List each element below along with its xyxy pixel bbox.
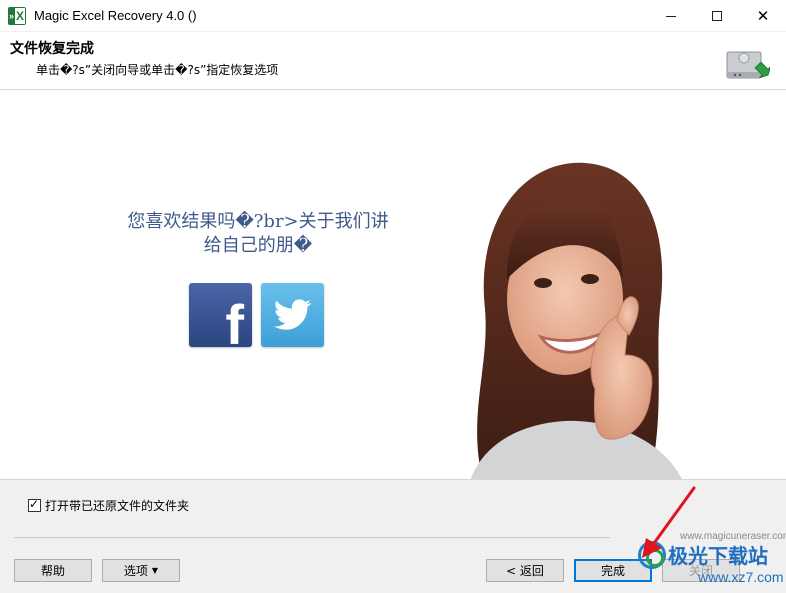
wizard-header: 文件恢复完成 单击�?s”关闭向导或单击�?s”指定恢复选项 [0,32,786,90]
options-button-label: 选项 [123,564,148,578]
minimize-icon [666,15,676,17]
title-bar: » X Magic Excel Recovery 4.0 () ✕ [0,0,786,32]
minimize-button[interactable] [648,0,694,32]
page-subtitle: 单击�?s”关闭向导或单击�?s”指定恢复选项 [36,63,279,77]
share-prompt: 您喜欢结果吗�?br>关于我们讲 给自己的朋� [108,210,408,258]
facebook-icon: f [225,293,244,348]
options-button[interactable]: 选项 ▼ [102,559,180,582]
twitter-icon [274,299,312,330]
watermark-subtitle: www.xz7.com [698,569,784,585]
open-folder-checkbox-label[interactable]: 打开带已还原文件的文件夹 [45,497,189,514]
share-prompt-line-2: 给自己的朋� [203,235,313,256]
annotation-arrow-icon [642,486,696,558]
open-folder-checkbox[interactable]: ✓ [28,497,41,512]
caret-down-icon: ▼ [151,566,159,575]
maximize-button[interactable] [694,0,740,32]
open-folder-checkbox-row[interactable]: ✓ 打开带已还原文件的文件夹 [28,497,189,514]
facebook-share-button[interactable]: f [189,283,252,347]
separator [14,537,610,538]
checkmark-icon: ✓ [29,497,40,511]
maximize-icon [712,11,722,21]
share-prompt-line-1: 您喜欢结果吗�?br>关于我们讲 [127,211,389,232]
smiling-woman-thumbs-up-photo [465,162,690,504]
close-window-button[interactable]: ✕ [740,0,786,32]
excel-recovery-app-icon: » X [8,7,26,25]
drive-restore-icon [726,51,770,79]
close-icon: ✕ [756,6,770,25]
main-content: 您喜欢结果吗�?br>关于我们讲 给自己的朋� f [0,91,786,504]
back-button[interactable]: < 返回 [486,559,564,582]
help-button[interactable]: 帮助 [14,559,92,582]
twitter-share-button[interactable] [261,283,324,347]
window-title: Magic Excel Recovery 4.0 () [34,8,197,23]
page-title: 文件恢复完成 [10,41,94,57]
